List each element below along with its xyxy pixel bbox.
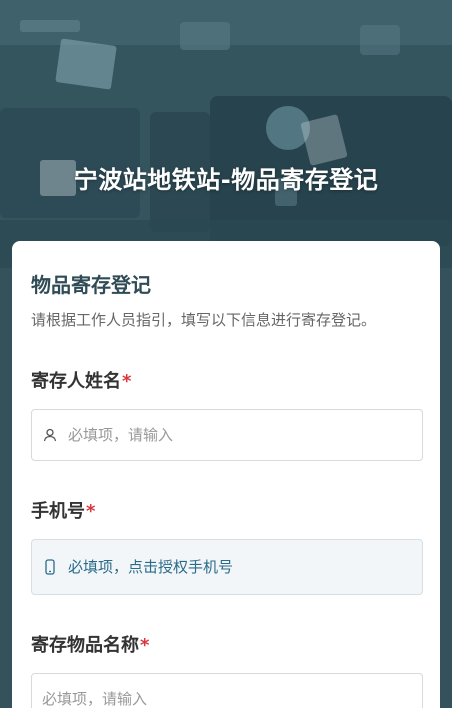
required-mark: * [140,635,150,656]
required-mark: * [122,371,132,392]
form-title: 物品寄存登记 [31,273,151,297]
page-title: 宁波站地铁站-物品寄存登记 [73,166,379,194]
authorize-phone-button[interactable]: 必填项，点击授权手机号 [31,539,423,595]
field-label: 手机号* [31,499,423,525]
depositor-name-label: 寄存人姓名 [31,371,121,392]
field-label: 寄存物品名称* [31,633,423,659]
luggage-background-image [0,0,452,268]
required-mark: * [86,501,96,522]
person-icon [42,427,58,443]
form-description: 请根据工作人员指引，填写以下信息进行寄存登记。 [31,311,377,329]
field-label: 寄存人姓名* [31,369,423,395]
item-name-placeholder: 必填项，请输入 [42,690,148,708]
phone-icon [42,559,58,575]
item-name-field: 寄存物品名称* 必填项，请输入 [31,633,423,708]
depositor-name-placeholder: 必填项，请输入 [68,426,174,444]
hero-banner: 宁波站地铁站-物品寄存登记 [0,0,452,268]
phone-placeholder: 必填项，点击授权手机号 [68,558,234,576]
registration-form-card: 物品寄存登记 请根据工作人员指引，填写以下信息进行寄存登记。 寄存人姓名* 必填… [12,241,440,708]
item-name-label: 寄存物品名称 [31,635,139,656]
phone-label: 手机号 [31,501,85,522]
depositor-name-field: 寄存人姓名* 必填项，请输入 [31,369,423,461]
item-name-input[interactable]: 必填项，请输入 [31,673,423,708]
phone-field: 手机号* 必填项，点击授权手机号 [31,499,423,595]
depositor-name-input[interactable]: 必填项，请输入 [31,409,423,461]
